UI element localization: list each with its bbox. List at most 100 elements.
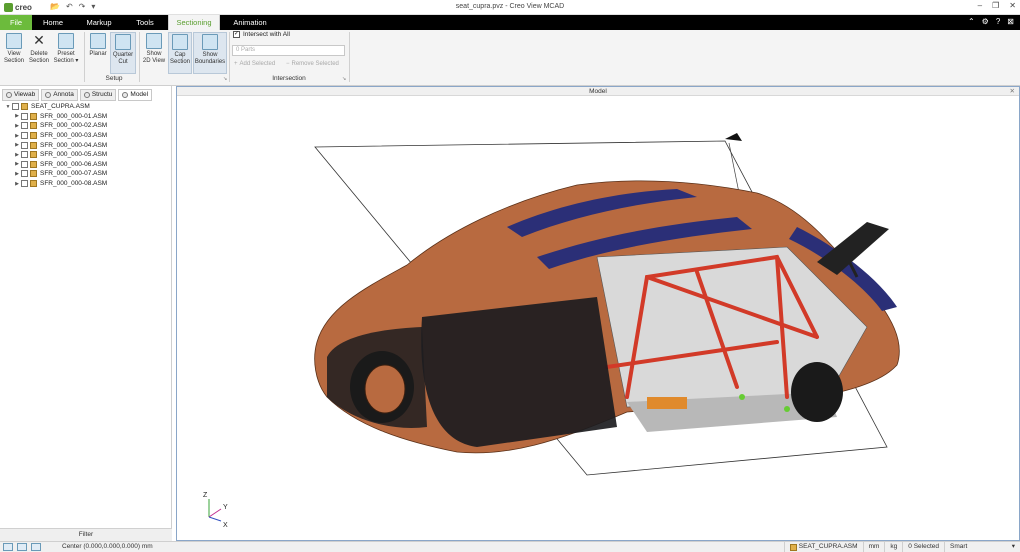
- status-filter-mode[interactable]: Smart ▾: [944, 542, 1020, 552]
- layout-quad-icon[interactable]: [31, 543, 41, 551]
- expand-arrow-icon[interactable]: ▶: [13, 123, 21, 129]
- quarter-cut-button[interactable]: Quarter Cut: [110, 32, 136, 74]
- visibility-checkbox[interactable]: [21, 132, 28, 140]
- expand-arrow-icon[interactable]: ▶: [13, 161, 21, 167]
- layout-split-icon[interactable]: [17, 543, 27, 551]
- tree-row[interactable]: ▶ SFR_000_000-07.ASM: [4, 169, 169, 179]
- expand-arrow-icon[interactable]: ▶: [13, 171, 21, 177]
- preset-section-button[interactable]: Preset Section ▾: [52, 32, 80, 74]
- customize-icon[interactable]: ▾: [91, 2, 95, 11]
- intersect-with-all-option[interactable]: ✓ Intersect with All: [233, 31, 290, 38]
- assembly-icon: [30, 170, 37, 178]
- tab-sectioning[interactable]: Sectioning: [168, 15, 220, 30]
- status-model[interactable]: SEAT_CUPRA.ASM: [783, 542, 863, 552]
- layout-single-icon[interactable]: [3, 543, 13, 551]
- tab-tools[interactable]: Tools: [124, 15, 166, 30]
- tree-row-label: SFR_000_000-04.ASM: [40, 141, 108, 149]
- tree-row[interactable]: ▶ SFR_000_000-04.ASM: [4, 140, 169, 150]
- tree-row[interactable]: ▶ SFR_000_000-05.ASM: [4, 150, 169, 160]
- tab-bar-right-icons: ⌃ ⚙ ? ⊠: [968, 17, 1014, 26]
- visibility-checkbox[interactable]: [21, 122, 28, 130]
- show-2d-view-button[interactable]: Show 2D View: [142, 32, 166, 74]
- assembly-icon: [30, 180, 37, 188]
- driver-door: [421, 297, 617, 447]
- expand-arrow-icon[interactable]: ▶: [13, 142, 21, 148]
- close-icon[interactable]: ✕: [1009, 1, 1016, 10]
- x-axis-line: [208, 516, 222, 522]
- add-selected-button[interactable]: + Add Selected: [234, 61, 275, 67]
- cap-section-icon: [172, 34, 188, 50]
- remove-selected-button[interactable]: − Remove Selected: [286, 61, 339, 67]
- help-icon[interactable]: ?: [996, 17, 1000, 26]
- cap-section-button[interactable]: Cap Section: [168, 32, 192, 74]
- tree-row[interactable]: ▶ SFR_000_000-08.ASM: [4, 179, 169, 189]
- viewport-close-icon[interactable]: ✕: [1010, 87, 1015, 95]
- visibility-checkbox[interactable]: [21, 151, 28, 159]
- tab-animation[interactable]: Animation: [224, 15, 276, 30]
- visibility-checkbox[interactable]: [12, 103, 19, 111]
- show-boundaries-icon: [202, 34, 218, 50]
- visibility-checkbox[interactable]: [21, 160, 28, 168]
- ribbon-close-icon[interactable]: ⊠: [1007, 17, 1014, 26]
- assembly-icon: [30, 141, 37, 149]
- show-boundaries-button[interactable]: Show Boundaries: [193, 32, 227, 74]
- view-section-button[interactable]: View Section: [2, 32, 26, 74]
- open-icon[interactable]: 📂: [50, 2, 60, 11]
- tree-root-row[interactable]: ▼ SEAT_CUPRA.ASM: [4, 102, 169, 112]
- assembly-icon: [30, 151, 37, 159]
- tab-home[interactable]: Home: [34, 15, 72, 30]
- status-layout-icons: [3, 543, 41, 551]
- filter-bar[interactable]: Filter: [0, 528, 172, 541]
- y-axis-line: [208, 508, 222, 518]
- intersect-with-all-checkbox[interactable]: ✓: [233, 31, 240, 38]
- visibility-checkbox[interactable]: [21, 170, 28, 178]
- ribbon-tab-bar: File Home Markup Tools Sectioning Animat…: [0, 15, 1020, 30]
- tab-model[interactable]: Model: [118, 89, 153, 101]
- tab-viewables[interactable]: Viewab: [2, 89, 40, 101]
- visibility-checkbox[interactable]: [21, 112, 28, 120]
- status-bar: Center (0.000,0.000,0.000) mm SEAT_CUPRA…: [0, 541, 1020, 552]
- tree-row-label: SFR_000_000-06.ASM: [40, 160, 108, 168]
- status-length-unit[interactable]: mm: [862, 542, 885, 552]
- redo-icon[interactable]: ↷: [79, 2, 86, 11]
- quarter-cut-icon: [115, 34, 131, 50]
- model-tree: ▼ SEAT_CUPRA.ASM ▶ SFR_000_000-01.ASM ▶ …: [4, 102, 169, 188]
- model-icon: [122, 92, 129, 98]
- status-mass-unit[interactable]: kg: [884, 542, 902, 552]
- setup-group-label: Setup: [105, 75, 123, 82]
- tree-row-label: SFR_000_000-03.ASM: [40, 132, 108, 140]
- planar-icon: [90, 33, 106, 49]
- visibility-checkbox[interactable]: [21, 180, 28, 188]
- intersection-dialog-launcher-icon[interactable]: ↘: [342, 76, 346, 82]
- expand-arrow-icon[interactable]: ▶: [13, 133, 21, 139]
- tab-annotations[interactable]: Annota: [41, 89, 78, 101]
- intersection-parts-field[interactable]: 0 Parts: [232, 45, 345, 56]
- tree-row-label: SFR_000_000-02.ASM: [40, 122, 108, 130]
- setup-dialog-launcher-icon[interactable]: ↘: [223, 76, 227, 82]
- status-right-cells: SEAT_CUPRA.ASM mm kg 0 Selected Smart ▾: [783, 542, 1020, 552]
- status-center-readout: Center (0.000,0.000,0.000) mm: [62, 543, 153, 550]
- tree-row[interactable]: ▶ SFR_000_000-06.ASM: [4, 160, 169, 170]
- tab-structure[interactable]: Structu: [79, 89, 117, 101]
- model-3d-view[interactable]: Z Y X: [177, 97, 1019, 540]
- tab-markup[interactable]: Markup: [78, 15, 120, 30]
- delete-section-button[interactable]: ✕ Delete Section: [27, 32, 51, 74]
- minimize-icon[interactable]: –: [978, 1, 982, 10]
- expand-arrow-icon[interactable]: ▶: [13, 152, 21, 158]
- visibility-checkbox[interactable]: [21, 141, 28, 149]
- collapse-ribbon-icon[interactable]: ⌃: [968, 17, 975, 26]
- tab-file[interactable]: File: [0, 15, 32, 30]
- tree-row[interactable]: ▶ SFR_000_000-02.ASM: [4, 121, 169, 131]
- expand-arrow-icon[interactable]: ▶: [13, 181, 21, 187]
- collapse-arrow-icon[interactable]: ▼: [4, 104, 12, 110]
- settings-icon[interactable]: ⚙: [982, 17, 989, 26]
- planar-button[interactable]: Planar: [87, 32, 109, 74]
- tree-row[interactable]: ▶ SFR_000_000-03.ASM: [4, 131, 169, 141]
- tree-row[interactable]: ▶ SFR_000_000-01.ASM: [4, 112, 169, 122]
- assembly-icon: [30, 112, 37, 120]
- model-viewport[interactable]: Model ✕ Z Y X: [176, 86, 1020, 541]
- left-panel: Viewab Annota Structu Model ▼ SEAT_CUPRA…: [0, 86, 172, 541]
- expand-arrow-icon[interactable]: ▶: [13, 113, 21, 119]
- restore-icon[interactable]: ❐: [992, 1, 999, 10]
- undo-icon[interactable]: ↶: [66, 2, 73, 11]
